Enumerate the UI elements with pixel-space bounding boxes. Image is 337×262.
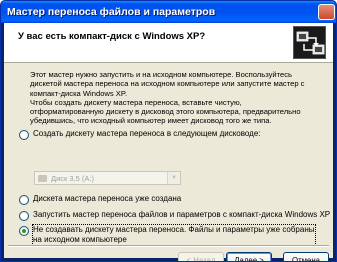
cancel-button[interactable]: Отмена [283,252,329,261]
wizard-client-area: У вас есть компакт-диск с Windows XP? Эт… [4,23,333,261]
floppy-drive-icon [38,175,47,182]
intro-line: отформатированную дискету в дисковод это… [30,107,301,117]
intro-text: Этот мастер нужно запустить и на исходно… [30,70,320,126]
option-label-line: Не создавать дискету мастера переноса. Ф… [33,225,315,234]
intro-line: убедившись, что исходный компьютер имеет… [30,116,272,126]
wizard-header: У вас есть компакт-диск с Windows XP? [4,23,333,63]
option-label: Дискета мастера переноса уже создана [33,194,182,203]
option-no-disk[interactable]: Не создавать дискету мастера переноса. Ф… [19,224,316,246]
drive-select: Диск 3,5 (A:) ▼ [34,171,181,185]
option-label: Запустить мастер переноса файлов и парам… [33,210,331,219]
drive-select-value: Диск 3,5 (A:) [51,174,94,183]
option-disk-exists[interactable]: Дискета мастера переноса уже создана [19,194,181,205]
option-label: Создать дискету мастера переноса в следу… [33,129,261,138]
radio-button[interactable] [19,130,29,140]
radio-button[interactable] [19,195,29,205]
option-label-line: на исходном компьютере [33,235,127,244]
intro-line: дискетой мастера переноса на исходном ко… [30,79,305,89]
page-title: У вас есть компакт-диск с Windows XP? [18,31,206,42]
wizard-window: Мастер переноса файлов и параметров У ва… [0,0,337,262]
radio-button-selected[interactable] [19,226,29,236]
intro-line: компакт-диска Windows XP. [30,88,128,98]
option-create-disk[interactable]: Создать дискету мастера переноса в следу… [19,129,261,140]
next-button[interactable]: Далее > [226,252,272,261]
window-title: Мастер переноса файлов и параметров [7,6,216,18]
back-button[interactable]: < Назад [178,252,224,261]
title-bar[interactable]: Мастер переноса файлов и параметров [1,1,336,23]
button-separator [8,245,329,247]
option-label: Не создавать дискету мастера переноса. Ф… [32,224,316,246]
intro-line: Этот мастер нужно запустить и на исходно… [30,70,292,79]
option-run-from-cd[interactable]: Запустить мастер переноса файлов и парам… [19,210,330,221]
transfer-wizard-icon [293,26,326,59]
chevron-down-icon: ▼ [167,172,180,184]
intro-line: Чтобы создать дискету мастера переноса, … [30,97,242,107]
radio-button[interactable] [19,211,29,221]
close-button[interactable] [318,4,335,20]
